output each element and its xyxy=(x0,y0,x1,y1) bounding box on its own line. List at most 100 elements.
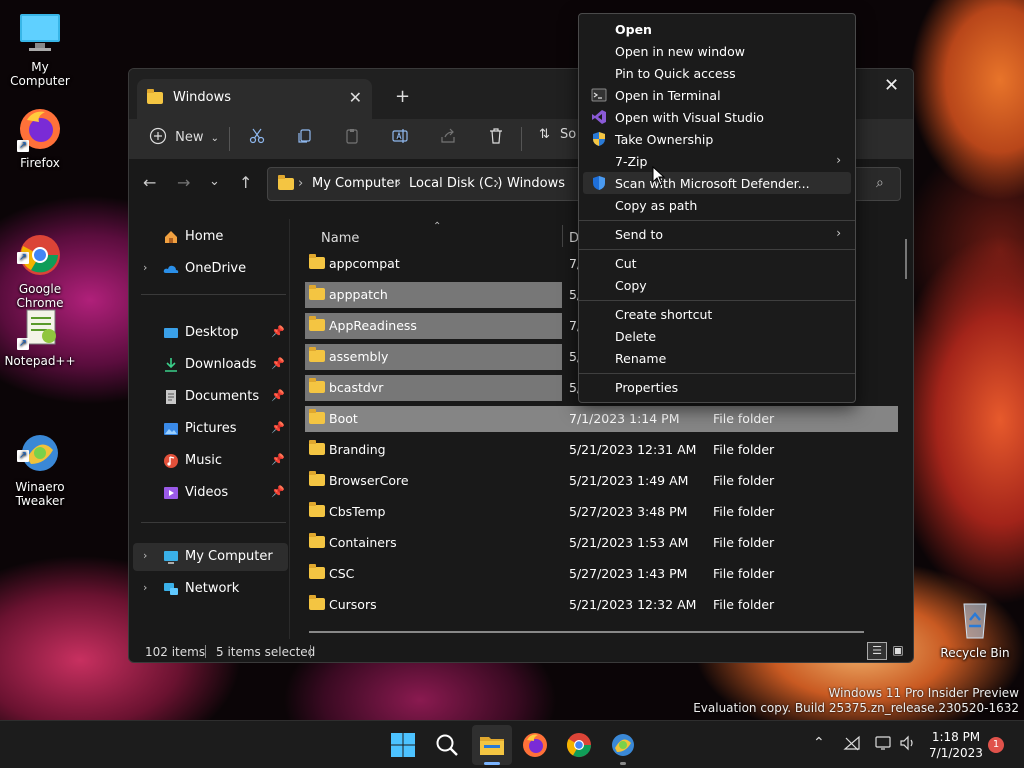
table-row[interactable]: Branding 5/21/2023 12:31 AM File folder xyxy=(305,437,898,463)
sidebar-item-documents[interactable]: Documents 📌 xyxy=(129,383,285,411)
folder-icon xyxy=(309,254,325,272)
menu-item-open-in-terminal[interactable]: Open in Terminal xyxy=(583,84,851,106)
pin-icon[interactable]: 📌 xyxy=(271,453,285,466)
pin-icon[interactable]: 📌 xyxy=(271,357,285,370)
sidebar-divider xyxy=(141,522,286,523)
menu-item-pin-quick-access[interactable]: Pin to Quick access xyxy=(583,62,851,84)
breadcrumb-windows[interactable]: Windows xyxy=(507,176,565,191)
new-button[interactable]: New ⌄ xyxy=(149,127,219,151)
forward-arrow-icon[interactable]: → xyxy=(177,173,190,192)
table-row[interactable]: Containers 5/21/2023 1:53 AM File folder xyxy=(305,530,898,556)
device-status-icon[interactable] xyxy=(875,735,893,755)
details-view-icon[interactable]: ☰ xyxy=(867,642,887,660)
chrome-taskbar-button[interactable] xyxy=(565,731,593,759)
chevron-right-icon[interactable]: › xyxy=(143,581,147,594)
sidebar-item-network[interactable]: › Network xyxy=(129,575,284,603)
pin-icon[interactable]: 📌 xyxy=(271,421,285,434)
notification-badge[interactable]: 1 xyxy=(988,737,1004,753)
menu-item-open-visual-studio[interactable]: Open with Visual Studio xyxy=(583,106,851,128)
network-disconnected-icon[interactable] xyxy=(843,735,861,755)
table-row[interactable]: assembly 5/ xyxy=(305,344,581,370)
pin-icon[interactable]: 📌 xyxy=(271,325,285,338)
firefox-taskbar-button[interactable] xyxy=(521,731,549,759)
menu-item-7zip[interactable]: 7-Zip › xyxy=(583,150,851,172)
sidebar-item-music[interactable]: Music 📌 xyxy=(129,447,285,475)
sidebar-item-label: Home xyxy=(185,229,224,244)
cut-button[interactable] xyxy=(248,127,266,151)
delete-button[interactable] xyxy=(487,127,505,151)
up-arrow-icon[interactable]: ↑ xyxy=(239,173,252,192)
desktop-icon-recycle-bin[interactable]: Recycle Bin xyxy=(935,596,1015,660)
sidebar-item-onedrive[interactable]: › OneDrive xyxy=(129,255,284,283)
sort-button[interactable]: ⇅ So xyxy=(539,127,576,151)
menu-item-delete[interactable]: Delete xyxy=(583,325,851,347)
menu-item-cut[interactable]: Cut xyxy=(583,252,851,274)
share-button[interactable] xyxy=(439,127,457,151)
menu-item-send-to[interactable]: Send to › xyxy=(583,223,851,245)
rename-button[interactable] xyxy=(391,127,409,151)
table-row[interactable]: apppatch 5/ xyxy=(305,282,581,308)
tab-close-icon[interactable]: ✕ xyxy=(349,88,362,107)
menu-item-open-new-window[interactable]: Open in new window xyxy=(583,40,851,62)
table-row[interactable]: CSC 5/27/2023 1:43 PM File folder xyxy=(305,561,898,587)
menu-item-open[interactable]: Open xyxy=(583,18,851,40)
start-button[interactable] xyxy=(389,731,417,759)
table-row[interactable]: BrowserCore 5/21/2023 1:49 AM File folder xyxy=(305,468,898,494)
chevron-right-icon[interactable]: › xyxy=(143,261,147,274)
menu-item-copy-as-path[interactable]: Copy as path xyxy=(583,194,851,216)
volume-icon[interactable] xyxy=(899,735,917,755)
desktop-icon-firefox[interactable]: ↗ Firefox xyxy=(0,106,80,170)
vertical-scrollbar[interactable] xyxy=(905,239,907,279)
tab-windows[interactable]: Windows ✕ xyxy=(137,79,372,119)
file-date: 5/21/2023 12:31 AM xyxy=(569,442,697,457)
menu-item-create-shortcut[interactable]: Create shortcut xyxy=(583,303,851,325)
menu-item-properties[interactable]: Properties xyxy=(583,376,851,398)
show-hidden-icons-chevron-icon[interactable]: ⌃ xyxy=(813,735,825,751)
tiles-view-icon[interactable]: ▣ xyxy=(889,642,907,660)
breadcrumb-my-computer[interactable]: My Computer xyxy=(312,176,400,191)
column-header-name[interactable]: Name xyxy=(321,231,359,246)
window-close-button[interactable]: ✕ xyxy=(884,75,899,96)
sidebar-item-desktop[interactable]: Desktop 📌 xyxy=(129,319,285,347)
menu-item-take-ownership[interactable]: Take Ownership xyxy=(583,128,851,150)
breadcrumb-local-disk[interactable]: Local Disk (C:) xyxy=(409,176,502,191)
copy-button[interactable] xyxy=(295,127,313,151)
desktop-icon-chrome[interactable]: ↗ Google Chrome xyxy=(0,204,80,310)
pin-icon[interactable]: 📌 xyxy=(271,389,285,402)
sidebar-item-my-computer[interactable]: › My Computer xyxy=(133,543,288,571)
chevron-right-icon[interactable]: › xyxy=(143,549,147,562)
table-row[interactable]: AppReadiness 7/ xyxy=(305,313,581,339)
selected-count: 5 items selected xyxy=(216,645,316,659)
new-tab-button[interactable]: + xyxy=(395,86,410,107)
menu-item-label: Open in Terminal xyxy=(615,88,721,103)
menu-item-copy[interactable]: Copy xyxy=(583,274,851,296)
search-icon[interactable]: ⌕ xyxy=(876,175,884,191)
winaero-tweaker-taskbar-button[interactable] xyxy=(609,731,637,759)
table-row[interactable]: CbsTemp 5/27/2023 3:48 PM File folder xyxy=(305,499,898,525)
pane-splitter[interactable] xyxy=(289,219,290,639)
menu-item-scan-defender[interactable]: Scan with Microsoft Defender... xyxy=(583,172,851,194)
file-name: bcastdvr xyxy=(329,380,384,395)
sidebar-item-videos[interactable]: Videos 📌 xyxy=(129,479,285,507)
desktop-icon-notepadpp[interactable]: ↗ Notepad++ xyxy=(0,304,80,368)
horizontal-scrollbar[interactable] xyxy=(309,631,864,633)
desktop-icon-winaero-tweaker[interactable]: ↗ Winaero Tweaker xyxy=(0,402,80,508)
menu-item-rename[interactable]: Rename xyxy=(583,347,851,369)
recent-chevron-icon[interactable]: ⌄ xyxy=(209,174,220,189)
table-row[interactable]: Boot 7/1/2023 1:14 PM File folder xyxy=(305,406,898,432)
pin-icon[interactable]: 📌 xyxy=(271,485,285,498)
sidebar-item-home[interactable]: Home xyxy=(129,223,284,251)
status-divider xyxy=(205,645,206,658)
column-divider[interactable] xyxy=(562,225,563,247)
table-row[interactable]: bcastdvr 5/ xyxy=(305,375,581,401)
desktop-icon-my-computer[interactable]: My Computer xyxy=(0,10,80,88)
sidebar-item-pictures[interactable]: Pictures 📌 xyxy=(129,415,285,443)
table-row[interactable]: Cursors 5/21/2023 12:32 AM File folder xyxy=(305,592,898,618)
clock[interactable]: 1:18 PM 7/1/2023 xyxy=(920,729,992,761)
copy-icon xyxy=(298,129,311,143)
file-explorer-taskbar-button[interactable] xyxy=(478,731,506,759)
sidebar-item-downloads[interactable]: Downloads 📌 xyxy=(129,351,285,379)
search-button[interactable] xyxy=(433,731,461,759)
back-arrow-icon[interactable]: ← xyxy=(143,173,156,192)
paste-button[interactable] xyxy=(343,127,361,151)
